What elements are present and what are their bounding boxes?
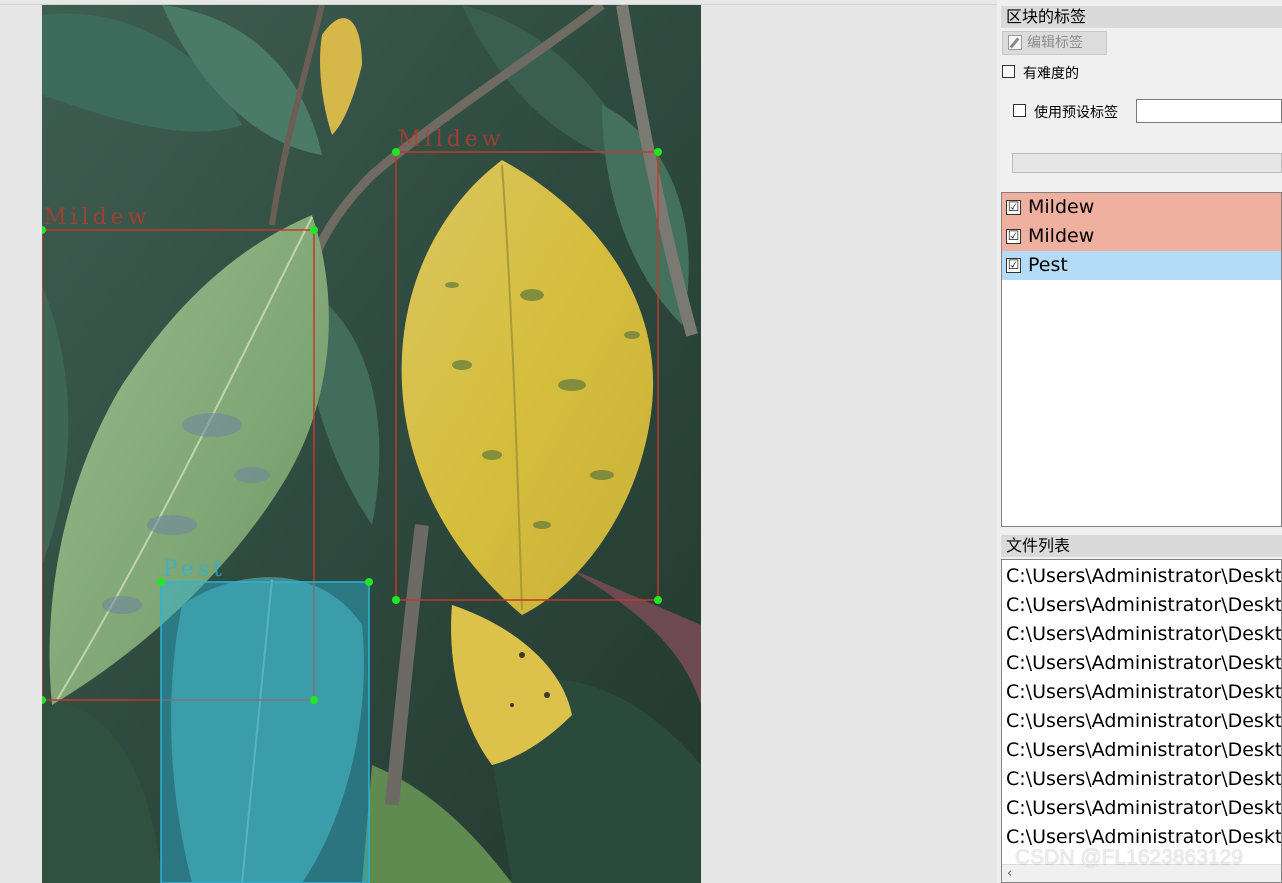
bbox-pest[interactable] bbox=[160, 581, 370, 883]
bbox-label-mildew-2: Mildew bbox=[398, 127, 505, 152]
right-dock: 区块的标签 编辑标签 有难度的 使用预设标签 ☑ Mildew ☑ Mildew… bbox=[997, 0, 1282, 883]
file-list-item[interactable]: C:\Users\Administrator\Deskt bbox=[1002, 560, 1281, 589]
label-list-item-text: Mildew bbox=[1028, 196, 1095, 218]
label-list-item[interactable]: ☑ Pest bbox=[1002, 251, 1281, 280]
use-default-label-checkbox[interactable] bbox=[1013, 104, 1026, 117]
edit-label-button-text: 编辑标签 bbox=[1027, 35, 1083, 51]
label-check-icon[interactable]: ☑ bbox=[1006, 258, 1021, 273]
scroll-left-icon[interactable]: ‹ bbox=[1007, 866, 1012, 881]
file-list-item[interactable]: C:\Users\Administrator\Deskt bbox=[1002, 792, 1281, 821]
label-list-item-text: Pest bbox=[1028, 254, 1068, 276]
file-list-item[interactable]: C:\Users\Administrator\Deskt bbox=[1002, 734, 1281, 763]
label-check-icon[interactable]: ☑ bbox=[1006, 200, 1021, 215]
file-list-item[interactable]: C:\Users\Administrator\Deskt bbox=[1002, 763, 1281, 792]
file-list-item[interactable]: C:\Users\Administrator\Deskt bbox=[1002, 676, 1281, 705]
bbox-mildew-2[interactable] bbox=[395, 151, 659, 601]
bbox-label-pest: Pest bbox=[163, 557, 226, 582]
file-list-item[interactable]: C:\Users\Administrator\Deskt bbox=[1002, 647, 1281, 676]
leaf-photo: Mildew Mildew Pest bbox=[42, 5, 701, 883]
file-list-title: 文件列表 bbox=[1001, 535, 1282, 557]
bbox-label-mildew-1: Mildew bbox=[44, 205, 151, 230]
label-list-item[interactable]: ☑ Mildew bbox=[1002, 193, 1281, 222]
default-label-input[interactable] bbox=[1136, 99, 1282, 123]
file-list[interactable]: C:\Users\Administrator\Deskt C:\Users\Ad… bbox=[1001, 559, 1282, 883]
label-list[interactable]: ☑ Mildew ☑ Mildew ☑ Pest bbox=[1001, 192, 1282, 527]
use-default-label-label: 使用预设标签 bbox=[1034, 105, 1118, 121]
difficult-checkbox-label: 有难度的 bbox=[1023, 66, 1079, 82]
image-canvas[interactable]: Mildew Mildew Pest bbox=[0, 0, 997, 883]
watermark: CSDN @FL1623863129 bbox=[1015, 846, 1243, 869]
difficult-checkbox[interactable] bbox=[1002, 65, 1015, 78]
label-check-icon[interactable]: ☑ bbox=[1006, 229, 1021, 244]
annotation-overlay bbox=[42, 148, 662, 883]
file-list-item[interactable]: C:\Users\Administrator\Deskt bbox=[1002, 705, 1281, 734]
file-list-item[interactable]: C:\Users\Administrator\Deskt bbox=[1002, 589, 1281, 618]
edit-label-button[interactable]: 编辑标签 bbox=[1002, 31, 1107, 55]
edit-pencil-icon bbox=[1008, 35, 1022, 50]
label-list-item[interactable]: ☑ Mildew bbox=[1002, 222, 1281, 251]
file-list-item[interactable]: C:\Users\Administrator\Deskt bbox=[1002, 618, 1281, 647]
label-list-item-text: Mildew bbox=[1028, 225, 1095, 247]
box-labels-title: 区块的标签 bbox=[1001, 6, 1282, 28]
progress-bar bbox=[1012, 153, 1282, 173]
